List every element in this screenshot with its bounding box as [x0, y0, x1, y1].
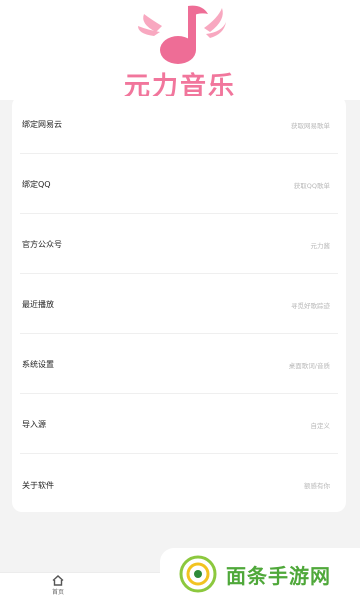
menu-item-import-source[interactable]: 导入源 自定义 [20, 396, 338, 454]
watermark: 面条手游网 [160, 548, 360, 600]
menu-item-label: 导入源 [22, 420, 46, 429]
menu-item-settings[interactable]: 系统设置 桌面歌词/音质 [20, 336, 338, 394]
menu-card: 绑定网易云 获取网易歌单 绑定QQ 获取QQ歌单 官方公众号 元力酱 最近播放 … [12, 96, 346, 512]
menu-item-label: 官方公众号 [22, 240, 62, 249]
tab-home-label: 首页 [51, 589, 64, 596]
tab-home[interactable]: 首页 [40, 575, 76, 601]
menu-item-netease[interactable]: 绑定网易云 获取网易歌单 [20, 96, 338, 154]
menu-item-recent-played[interactable]: 最近播放 寻觅好歌踪迹 [20, 276, 338, 334]
menu-item-value: 桌面歌词/音质 [288, 361, 330, 370]
menu-item-value: 元力酱 [310, 241, 331, 250]
menu-item-value: 寻觅好歌踪迹 [291, 301, 330, 310]
watermark-text: 面条手游网 [226, 563, 331, 588]
menu-item-value: 额感有你 [304, 482, 330, 490]
menu-item-label: 关于软件 [22, 480, 54, 490]
menu-item-about[interactable]: 关于软件 额感有你 [20, 456, 338, 514]
menu-item-label: 系统设置 [22, 360, 54, 369]
watermark-logo-icon [179, 555, 217, 593]
music-note-wings-icon [138, 5, 226, 64]
home-icon [52, 575, 64, 586]
menu-item-qq[interactable]: 绑定QQ 获取QQ歌单 [20, 156, 338, 214]
menu-item-label: 绑定网易云 [22, 120, 62, 129]
menu-item-label: 最近播放 [22, 300, 54, 309]
menu-item-value: 获取QQ歌单 [293, 181, 330, 190]
menu-item-label: 绑定QQ [22, 180, 51, 189]
menu-item-official-account[interactable]: 官方公众号 元力酱 [20, 216, 338, 274]
header: 元力音乐 [0, 0, 360, 102]
menu-item-value: 获取网易歌单 [291, 121, 330, 130]
menu-item-value: 自定义 [310, 421, 331, 430]
app-logo: 元力音乐 [118, 0, 242, 102]
